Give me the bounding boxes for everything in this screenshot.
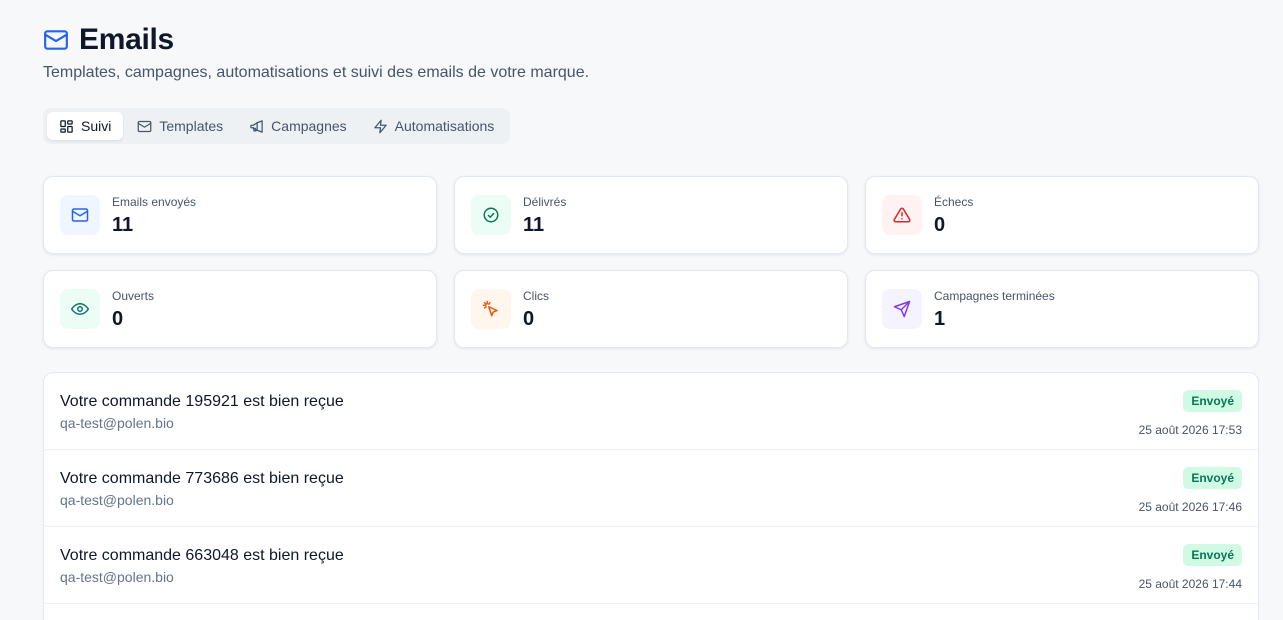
email-date: 25 août 2026 17:44: [1138, 577, 1242, 591]
email-subject: Votre commande 195921 est bien reçue: [60, 393, 344, 410]
stat-value: 11: [112, 213, 134, 236]
stat-card-opened: Ouverts 0: [43, 270, 437, 348]
dashboard-icon: [59, 119, 74, 134]
email-subject: Votre commande 663048 est bien reçue: [60, 547, 344, 564]
stat-value: 0: [112, 307, 124, 330]
page-header: Emails: [43, 0, 1259, 58]
emails-page: Emails Templates, campagnes, automatisat…: [0, 0, 1283, 620]
tab-label: Templates: [159, 118, 224, 134]
page-subtitle: Templates, campagnes, automatisations et…: [43, 64, 590, 81]
email-recipient: qa-test@polen.bio: [60, 569, 174, 585]
email-date: 25 août 2026 17:46: [1138, 500, 1242, 514]
mail-icon: [137, 119, 152, 134]
email-row[interactable]: Votre commande 773686 est bien reçue qa-…: [44, 450, 1258, 527]
stat-label: Ouverts: [112, 288, 155, 303]
email-recipient: qa-test@polen.bio: [60, 415, 174, 431]
stat-value: 1: [934, 307, 946, 330]
email-row[interactable]: Votre commande 663048 est bien reçue qa-…: [44, 527, 1258, 604]
eye-icon: [60, 289, 100, 329]
email-date: 25 août 2026 17:53: [1138, 423, 1242, 437]
email-row[interactable]: Votre commande 195921 est bien reçue qa-…: [44, 373, 1258, 450]
tab-suivi[interactable]: Suivi: [47, 112, 124, 140]
email-list: Votre commande 195921 est bien reçue qa-…: [43, 372, 1259, 620]
tab-templates[interactable]: Templates: [125, 112, 235, 140]
stat-card-campaigns-done: Campagnes terminées 1: [865, 270, 1259, 348]
status-badge: Envoyé: [1183, 467, 1242, 489]
megaphone-icon: [249, 119, 264, 134]
stat-label: Échecs: [934, 194, 974, 209]
cursor-click-icon: [471, 289, 511, 329]
mail-icon: [60, 195, 100, 235]
mail-icon: [43, 27, 69, 53]
stat-value: 11: [523, 213, 545, 236]
check-circle-icon: [471, 195, 511, 235]
tab-label: Automatisations: [394, 118, 495, 134]
stat-value: 0: [934, 213, 946, 236]
tab-bar: Suivi Templates Campagnes Automatisation…: [43, 108, 511, 144]
email-subject: Votre commande 773686 est bien reçue: [60, 470, 344, 487]
tab-campagnes[interactable]: Campagnes: [237, 112, 359, 140]
stat-card-clicks: Clics 0: [454, 270, 848, 348]
zap-icon: [373, 119, 388, 134]
send-icon: [882, 289, 922, 329]
stat-label: Clics: [523, 288, 549, 303]
stat-card-failed: Échecs 0: [865, 176, 1259, 254]
page-title: Emails: [79, 23, 174, 56]
stat-label: Délivrés: [523, 194, 567, 209]
stat-label: Campagnes terminées: [934, 288, 1055, 303]
tab-label: Suivi: [81, 118, 112, 134]
stat-card-delivered: Délivrés 11: [454, 176, 848, 254]
status-badge: Envoyé: [1183, 544, 1242, 566]
stat-value: 0: [523, 307, 535, 330]
alert-triangle-icon: [882, 195, 922, 235]
tab-automatisations[interactable]: Automatisations: [361, 112, 507, 140]
status-badge: Envoyé: [1183, 390, 1242, 412]
tab-label: Campagnes: [271, 118, 347, 134]
email-recipient: qa-test@polen.bio: [60, 492, 174, 508]
stats-grid: Emails envoyés 11 Délivrés 11 Échecs 0 O…: [43, 176, 1259, 348]
stat-card-sent: Emails envoyés 11: [43, 176, 437, 254]
stat-label: Emails envoyés: [112, 194, 197, 209]
